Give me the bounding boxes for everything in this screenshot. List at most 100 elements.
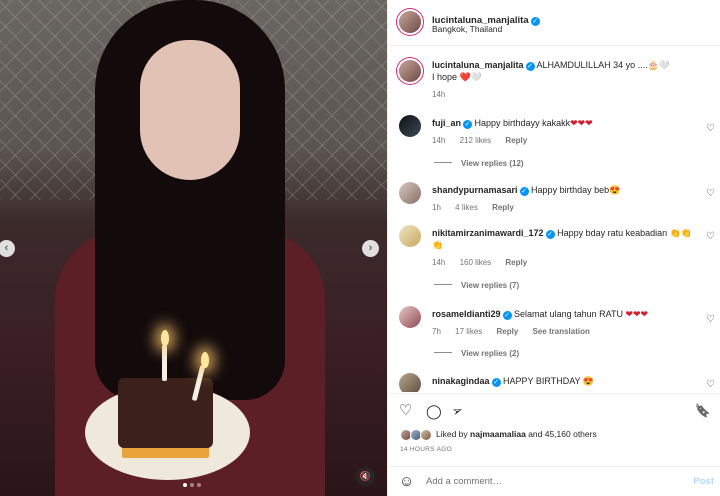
comment-meta: 14h 212 likes Reply <box>432 135 697 147</box>
view-replies-button[interactable]: View replies (2) <box>434 349 519 358</box>
comment-text: Selamat ulang tahun RATU <box>514 309 623 319</box>
emoji-icon[interactable]: ☺ <box>399 473 414 490</box>
commenter-avatar[interactable] <box>399 225 421 247</box>
post-actions: ♡ ◯ ➢ 🔖 Liked by najmaamaliaa and 45,160… <box>388 393 720 466</box>
comment-like-icon[interactable]: ♡ <box>706 231 715 242</box>
caption: lucintaluna_manjalita ✓ ALHAMDULILLAH 34 … <box>388 57 720 102</box>
comment-input[interactable]: Add a comment… <box>426 476 502 487</box>
verified-badge-icon: ✓ <box>530 17 540 26</box>
comment-like-icon[interactable]: ♡ <box>706 188 715 199</box>
reply-button[interactable]: Reply <box>505 136 527 145</box>
comment-emoji: 😍 <box>609 185 621 195</box>
liked-by-suffix[interactable]: and 45,160 others <box>528 429 597 439</box>
reply-button[interactable]: Reply <box>492 203 514 212</box>
view-replies-button[interactable]: View replies (7) <box>434 281 519 290</box>
verified-badge-icon: ✓ <box>463 120 473 129</box>
caption-body: lucintaluna_manjalita ✓ ALHAMDULILLAH 34 … <box>432 59 697 101</box>
comment-text: Happy birthday beb <box>531 185 610 195</box>
commenter-avatar[interactable] <box>399 373 421 392</box>
comment-text: Happy bday ratu keabadian <box>557 228 668 238</box>
like-icon[interactable]: ♡ <box>399 403 412 419</box>
liked-by-user[interactable]: najmaamaliaa <box>470 429 526 439</box>
avatar <box>420 429 432 441</box>
comment-like-icon[interactable]: ♡ <box>706 379 715 390</box>
view-replies-label: View replies (7) <box>461 281 520 290</box>
comment-username[interactable]: rosameldianti29 <box>432 309 501 319</box>
carousel-dot <box>190 483 194 487</box>
verified-badge-icon: ✓ <box>491 378 501 387</box>
replies-divider <box>434 352 452 353</box>
replies-divider <box>434 284 452 285</box>
candle-flame <box>201 352 209 368</box>
comment-emoji: ❤❤❤ <box>625 309 649 319</box>
comment-text: Happy birthdayy kakakk <box>474 118 571 128</box>
verified-badge-icon: ✓ <box>545 230 555 239</box>
share-icon[interactable]: ➢ <box>450 402 466 421</box>
carousel-dot <box>197 483 201 487</box>
caption-username[interactable]: lucintaluna_manjalita <box>432 60 524 70</box>
comment-composer: ☺ Add a comment… Post <box>388 466 720 496</box>
comment-body: nikitamirzanimawardi_172 ✓ Happy bday rat… <box>432 227 697 269</box>
author-avatar[interactable] <box>399 11 421 33</box>
comment-time: 14h <box>432 136 446 145</box>
comment-meta: 14h 160 likes Reply <box>432 257 697 269</box>
comment-meta: 7h 17 likes Reply See translation <box>432 326 697 338</box>
comment-username[interactable]: nikitamirzanimawardi_172 <box>432 228 544 238</box>
post-location[interactable]: Bangkok, Thailand <box>432 24 502 34</box>
post-comment-button[interactable]: Post <box>693 476 714 487</box>
comment: ninakagindaa ✓ HAPPY BIRTHDAY 😍 ♡ <box>388 373 720 392</box>
comment-body: shandypurnamasari ✓ Happy birthday beb😍 1… <box>432 184 697 214</box>
next-media-icon[interactable]: › <box>362 240 379 257</box>
comment-like-icon[interactable]: ♡ <box>706 314 715 325</box>
post-sidebar: lucintaluna_manjalita ✓ Bangkok, Thailand… <box>387 0 720 496</box>
commenter-avatar[interactable] <box>399 115 421 137</box>
mute-icon[interactable]: 🔇 <box>356 467 375 486</box>
comment-username[interactable]: fuji_an <box>432 118 461 128</box>
comment-likes[interactable]: 4 likes <box>455 203 478 212</box>
comments-list[interactable]: lucintaluna_manjalita ✓ ALHAMDULILLAH 34 … <box>388 47 720 392</box>
liked-by-text[interactable]: Liked by najmaamaliaa and 45,160 others <box>436 429 597 439</box>
view-replies-button[interactable]: View replies (12) <box>434 159 524 168</box>
comment-like-icon[interactable]: ♡ <box>706 123 715 134</box>
reply-button[interactable]: Reply <box>505 258 527 267</box>
comment-time: 7h <box>432 327 441 336</box>
candle <box>162 345 167 381</box>
comment-likes[interactable]: 17 likes <box>455 327 482 336</box>
reply-button[interactable]: Reply <box>497 327 519 336</box>
caption-meta: 14h <box>432 89 697 101</box>
view-replies-label: View replies (2) <box>461 349 520 358</box>
comment-emoji: 😍 <box>582 376 595 386</box>
comment: rosameldianti29 ✓ Selamat ulang tahun RAT… <box>388 306 720 366</box>
save-icon[interactable]: 🔖 <box>695 403 711 419</box>
comment: nikitamirzanimawardi_172 ✓ Happy bday rat… <box>388 225 720 297</box>
carousel-indicator <box>183 483 201 487</box>
commenter-avatar[interactable] <box>399 306 421 328</box>
verified-badge-icon: ✓ <box>502 311 512 320</box>
commenter-avatar[interactable] <box>399 182 421 204</box>
caption-text-line2: I hope ❤️🤍 <box>432 72 482 82</box>
comment-body: rosameldianti29 ✓ Selamat ulang tahun RAT… <box>432 308 697 338</box>
verified-badge-icon: ✓ <box>519 187 529 196</box>
comment-username[interactable]: shandypurnamasari <box>432 185 518 195</box>
candle-flame <box>161 330 169 346</box>
comment-username[interactable]: ninakagindaa <box>432 376 490 386</box>
person-face <box>140 40 240 180</box>
comment-likes[interactable]: 160 likes <box>460 258 492 267</box>
comment-time: 14h <box>432 258 446 267</box>
caption-avatar[interactable] <box>399 60 421 82</box>
caption-text: ALHAMDULILLAH 34 yo ....🎂🤍 <box>536 60 671 70</box>
comment-meta: 1h 4 likes Reply <box>432 202 697 214</box>
comment-body: fuji_an ✓ Happy birthdayy kakakk❤❤❤ 14h 2… <box>432 117 697 147</box>
comment-time: 1h <box>432 203 441 212</box>
liked-by-prefix: Liked by <box>436 429 468 439</box>
comment-text: HAPPY BIRTHDAY <box>503 376 581 386</box>
liked-by-avatars <box>400 429 433 441</box>
post-timestamp[interactable]: 14 HOURS AGO <box>400 446 452 453</box>
comment-icon[interactable]: ◯ <box>426 403 442 419</box>
post-media-video[interactable]: ‹ › 🔇 <box>0 0 387 496</box>
see-translation-button[interactable]: See translation <box>533 327 590 336</box>
caption-time: 14h <box>432 90 446 99</box>
comment: fuji_an ✓ Happy birthdayy kakakk❤❤❤ 14h 2… <box>388 115 720 175</box>
comment-likes[interactable]: 212 likes <box>460 136 492 145</box>
view-replies-label: View replies (12) <box>461 159 524 168</box>
